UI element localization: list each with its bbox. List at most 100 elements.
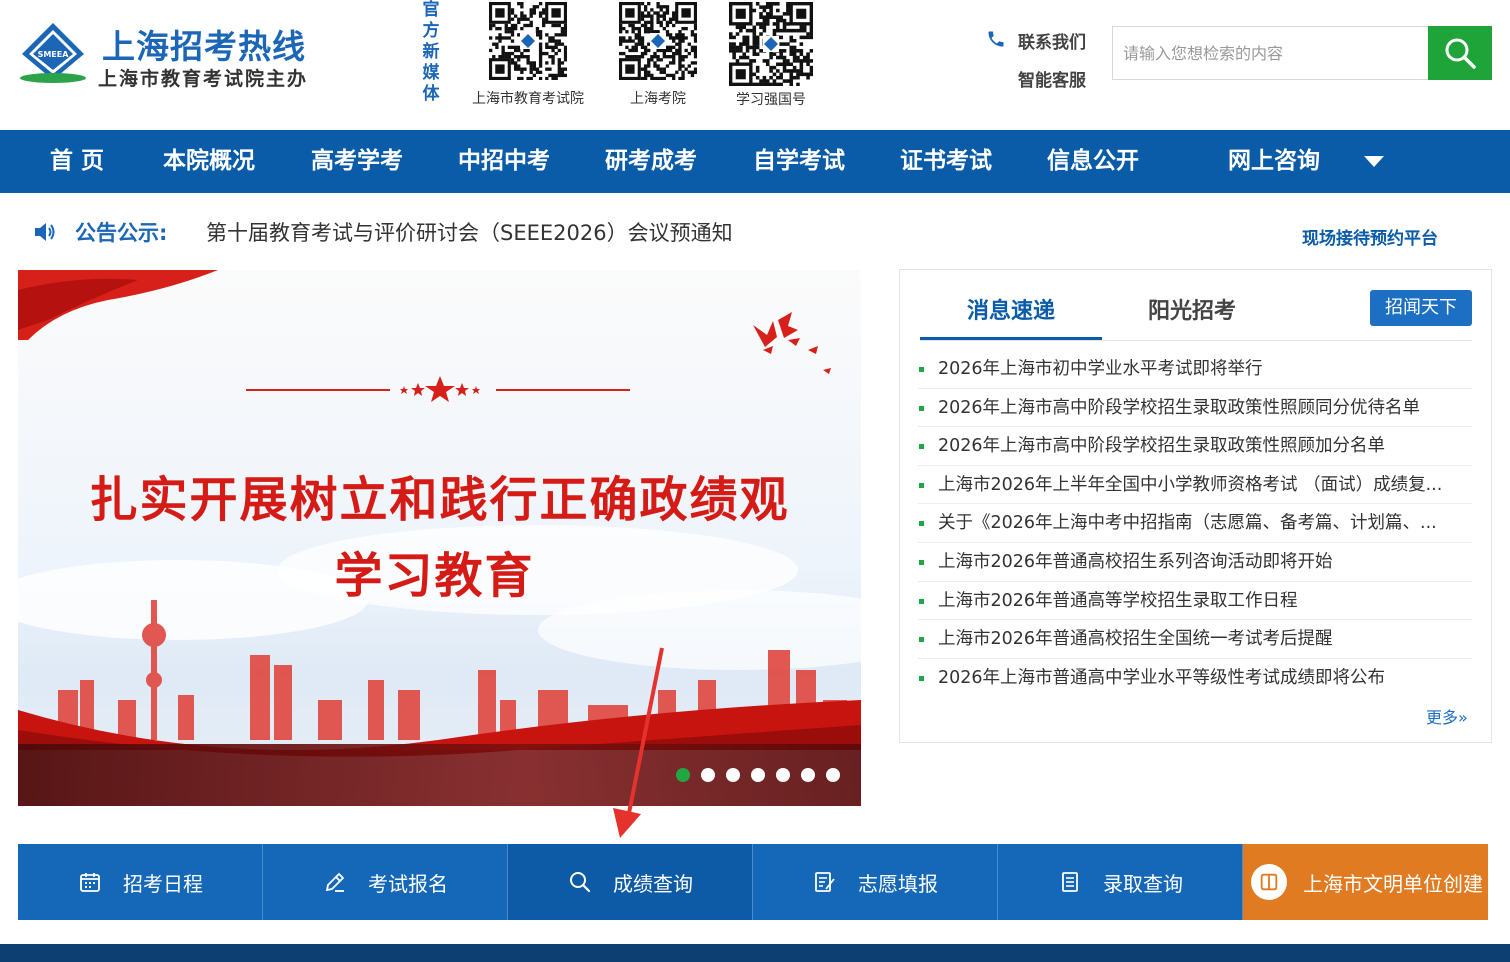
- book-icon: [1251, 864, 1287, 900]
- news-item[interactable]: 上海市2026年上半年全国中小学教师资格考试 （面试）成绩复...: [918, 466, 1472, 505]
- bullet-icon: [919, 559, 924, 565]
- banner-subheadline: 学习教育: [334, 548, 535, 604]
- search-icon: [567, 869, 593, 895]
- zhaowen-tianxia-button[interactable]: 招闻天下: [1370, 290, 1472, 326]
- schedule-button[interactable]: 招考日程: [18, 844, 263, 920]
- carousel-dot[interactable]: [701, 768, 715, 782]
- hero-banner[interactable]: 扎实开展树立和践行正确政绩观 学习教育: [18, 270, 861, 806]
- qr-code-icon: [619, 2, 697, 80]
- smart-service-label: 智能客服: [1018, 70, 1086, 91]
- bullet-icon: [919, 482, 924, 488]
- carousel-dot[interactable]: [826, 768, 840, 782]
- pencil-icon: [322, 869, 348, 895]
- news-item-title: 2026年上海市初中学业水平考试即将举行: [938, 359, 1263, 379]
- banner-headline: 扎实开展树立和践行正确政绩观: [89, 472, 790, 528]
- registration-label: 考试报名: [368, 871, 448, 896]
- admission-query-button[interactable]: 录取查询: [998, 844, 1243, 920]
- nav-about[interactable]: 本院概况: [163, 130, 255, 193]
- news-item[interactable]: 上海市2026年普通高校招生系列咨询活动即将开始: [918, 543, 1472, 582]
- registration-button[interactable]: 考试报名: [263, 844, 508, 920]
- qr-code-shkaoyuan[interactable]: 上海考院: [593, 2, 723, 108]
- news-item[interactable]: 关于《2026年上海中考中招指南（志愿篇、备考篇、计划篇、...: [918, 504, 1472, 543]
- carousel-dot[interactable]: [751, 768, 765, 782]
- phone-icon: [986, 29, 1008, 51]
- search-icon: [1445, 38, 1476, 69]
- official-media-label: 官方新媒体: [422, 0, 440, 104]
- contact-us-link[interactable]: 联系我们: [986, 28, 1106, 53]
- news-item[interactable]: 上海市2026年普通高等学校招生录取工作日程: [918, 582, 1472, 621]
- qr-caption: 上海市教育考试院: [472, 91, 584, 107]
- document-icon: [1057, 869, 1083, 895]
- carousel-dot[interactable]: [676, 768, 690, 782]
- site-header: SMEEA 上海招考热线 上海市教育考试院主办 官方新媒体 上海市教育考试院 上…: [0, 0, 1510, 130]
- admission-query-label: 录取查询: [1103, 871, 1183, 896]
- booking-platform-link[interactable]: 现场接待预约平台: [1302, 224, 1438, 249]
- bullet-icon: [919, 405, 924, 411]
- nav-yankao[interactable]: 研考成考: [605, 130, 697, 193]
- search-box: [1112, 26, 1492, 80]
- civilization-unit-button[interactable]: 上海市文明单位创建: [1243, 844, 1488, 920]
- news-item-title: 上海市2026年上半年全国中小学教师资格考试 （面试）成绩复...: [938, 474, 1443, 495]
- nav-home[interactable]: 首 页: [50, 130, 104, 193]
- search-button[interactable]: [1428, 26, 1492, 80]
- bullet-icon: [919, 367, 924, 372]
- bullet-icon: [919, 598, 924, 604]
- notice-label: 公告公示:: [75, 221, 168, 245]
- carousel-dots: [676, 768, 840, 782]
- nav-gaokao[interactable]: 高考学考: [311, 130, 403, 193]
- qr-caption: 上海考院: [630, 91, 686, 107]
- news-item-title: 上海市2026年普通高校招生全国统一考试考后提醒: [938, 629, 1333, 650]
- notice-link[interactable]: 第十届教育考试与评价研讨会（SEEE2026）会议预通知: [206, 217, 733, 247]
- speaker-icon: [35, 223, 55, 241]
- news-item[interactable]: 2026年上海市高中阶段学校招生录取政策性照顾加分名单: [918, 427, 1472, 466]
- site-logo[interactable]: SMEEA 上海招考热线 上海市教育考试院主办: [18, 20, 318, 90]
- news-item-title: 2026年上海市普通高中学业水平等级性考试成绩即将公布: [938, 667, 1386, 688]
- application-button[interactable]: 志愿填报: [753, 844, 998, 920]
- news-item[interactable]: 2026年上海市高中阶段学校招生录取政策性照顾同分优待名单: [918, 389, 1472, 428]
- carousel-dot[interactable]: [801, 768, 815, 782]
- bullet-icon: [919, 444, 924, 450]
- smeea-logo-icon: SMEEA: [20, 23, 86, 83]
- news-item-title: 2026年上海市高中阶段学校招生录取政策性照顾同分优待名单: [938, 397, 1421, 418]
- news-item-title: 上海市2026年普通高校招生系列咨询活动即将开始: [938, 551, 1333, 572]
- main-nav: 首 页 本院概况 高考学考 中招中考 研考成考 自学考试 证书考试 信息公开 网…: [0, 130, 1510, 193]
- qr-code-shmeea[interactable]: 上海市教育考试院: [463, 2, 593, 108]
- carousel-dot[interactable]: [776, 768, 790, 782]
- news-item-title: 上海市2026年普通高等学校招生录取工作日程: [938, 590, 1298, 611]
- qr-caption: 学习强国号: [736, 92, 806, 108]
- nav-zhengshu[interactable]: 证书考试: [900, 130, 992, 193]
- carousel-dot[interactable]: [726, 768, 740, 782]
- news-item[interactable]: 上海市2026年普通高校招生全国统一考试考后提醒: [918, 620, 1472, 659]
- news-item[interactable]: 2026年上海市普通高中学业水平等级性考试成绩即将公布: [918, 659, 1472, 698]
- news-item[interactable]: 2026年上海市初中学业水平考试即将举行: [918, 350, 1472, 389]
- news-item-title: 关于《2026年上海中考中招指南（志愿篇、备考篇、计划篇、...: [938, 513, 1437, 534]
- tab-sunshine-admission[interactable]: 阳光招考: [1122, 290, 1262, 340]
- nav-dropdown-caret-icon[interactable]: [1364, 156, 1384, 167]
- application-label: 志愿填报: [858, 871, 938, 896]
- nav-zixue[interactable]: 自学考试: [753, 130, 845, 193]
- smart-service-link[interactable]: 智能客服: [986, 66, 1106, 91]
- schedule-label: 招考日程: [123, 871, 203, 896]
- civilization-unit-label: 上海市文明单位创建: [1303, 871, 1483, 896]
- bullet-icon: [919, 675, 924, 681]
- nav-xinxi[interactable]: 信息公开: [1047, 130, 1139, 193]
- nav-zhongkao[interactable]: 中招中考: [458, 130, 550, 193]
- qr-code-icon: [729, 2, 813, 86]
- qr-code-icon: [489, 2, 567, 80]
- tab-news-express[interactable]: 消息速递: [920, 290, 1102, 340]
- search-input[interactable]: [1113, 27, 1430, 79]
- calendar-icon: [77, 869, 103, 895]
- edit-form-icon: [812, 869, 838, 895]
- logo-subtitle: 上海市教育考试院主办: [98, 68, 309, 90]
- contact-block: 联系我们 智能客服: [986, 28, 1106, 91]
- more-link[interactable]: 更多»: [1426, 704, 1468, 728]
- tab-divider: [920, 340, 1472, 341]
- news-panel: 消息速递 阳光招考 招闻天下 2026年上海市初中学业水平考试即将举行 2026…: [899, 269, 1492, 743]
- contact-us-label: 联系我们: [1018, 32, 1086, 53]
- nav-zixun[interactable]: 网上咨询: [1228, 130, 1320, 193]
- qr-code-xuexiqiangguo[interactable]: 学习强国号: [706, 2, 836, 109]
- logo-title: 上海招考热线: [102, 27, 306, 66]
- news-item-title: 2026年上海市高中阶段学校招生录取政策性照顾加分名单: [938, 436, 1386, 457]
- quick-links-bar: 招考日程 考试报名 成绩查询 志愿填报 录取查询 上海市文明单位创建: [18, 844, 1488, 920]
- score-query-button[interactable]: 成绩查询: [508, 844, 753, 920]
